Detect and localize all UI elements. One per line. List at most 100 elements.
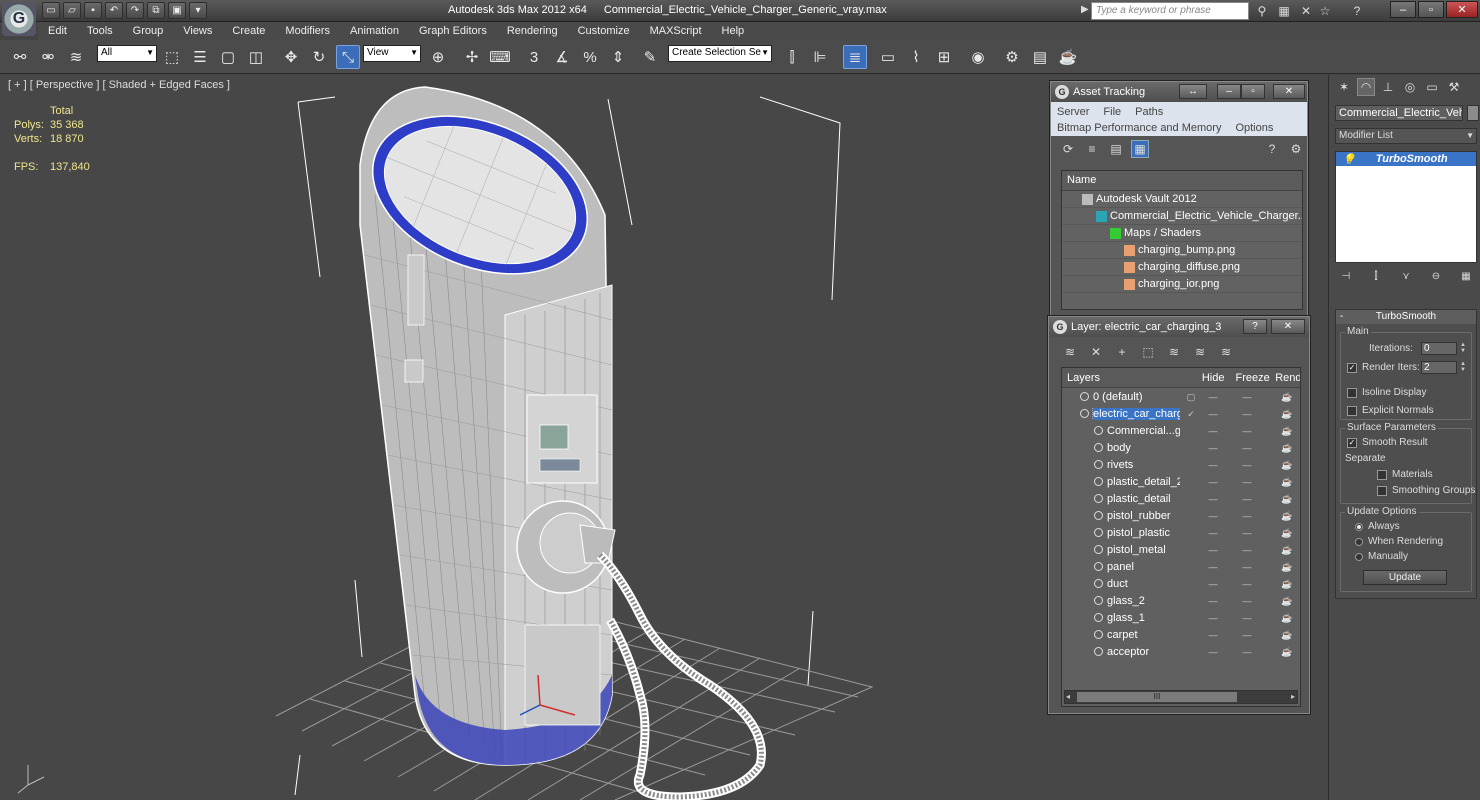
asset-menu-options[interactable]: Options: [1235, 122, 1273, 134]
asset-minimize-button[interactable]: –: [1217, 84, 1241, 99]
selection-filter-dropdown[interactable]: All: [97, 45, 157, 62]
asset-menu-server[interactable]: Server: [1057, 106, 1089, 118]
render-iters-row[interactable]: ✓ Render Iters:: [1347, 362, 1420, 373]
hide-toggle-icon[interactable]: —: [1206, 562, 1220, 572]
layer-object-row[interactable]: carpet — — ☕: [1062, 626, 1300, 643]
qat-dropdown-icon[interactable]: ▾: [189, 2, 207, 19]
menu-modifiers[interactable]: Modifiers: [275, 25, 340, 37]
select-by-name-icon[interactable]: ☰: [188, 45, 212, 69]
freeze-toggle-icon[interactable]: —: [1240, 511, 1254, 521]
hide-all-layers-icon[interactable]: ≋: [1191, 343, 1209, 361]
current-layer-icon[interactable]: [1184, 613, 1198, 623]
layer-horizontal-scrollbar[interactable]: ◂ III ▸: [1064, 690, 1298, 704]
render-toggle-icon[interactable]: ☕: [1280, 579, 1294, 589]
angle-snap-icon[interactable]: ∡: [550, 45, 574, 69]
render-setup-icon[interactable]: ⚙: [1000, 45, 1024, 69]
asset-name-header[interactable]: Name: [1062, 171, 1302, 191]
select-manipulate-icon[interactable]: ✢: [460, 45, 484, 69]
freeze-toggle-icon[interactable]: —: [1240, 443, 1254, 453]
current-layer-icon[interactable]: [1184, 494, 1198, 504]
asset-maximize-button[interactable]: ▫: [1241, 84, 1265, 99]
render-toggle-icon[interactable]: ☕: [1280, 392, 1294, 402]
render-toggle-icon[interactable]: ☕: [1280, 596, 1294, 606]
freeze-toggle-icon[interactable]: —: [1240, 596, 1254, 606]
hierarchy-tab-icon[interactable]: ⊥: [1379, 78, 1397, 96]
manually-radio[interactable]: [1355, 552, 1363, 561]
named-selection-dropdown[interactable]: Create Selection Se: [668, 45, 772, 62]
freeze-toggle-icon[interactable]: —: [1240, 392, 1254, 402]
undo-icon[interactable]: ↶: [105, 2, 123, 19]
hide-toggle-icon[interactable]: —: [1206, 443, 1220, 453]
current-layer-icon[interactable]: [1184, 460, 1198, 470]
hide-toggle-icon[interactable]: —: [1206, 630, 1220, 640]
show-end-result-icon[interactable]: ⫿: [1369, 269, 1383, 283]
menu-customize[interactable]: Customize: [568, 25, 640, 37]
save-icon[interactable]: ▪: [84, 2, 102, 19]
select-link-icon[interactable]: ⚯: [8, 45, 32, 69]
layer-object-row[interactable]: plastic_detail_2 — — ☕: [1062, 473, 1300, 490]
asset-close-button[interactable]: ✕: [1273, 84, 1305, 99]
hide-toggle-icon[interactable]: —: [1206, 511, 1220, 521]
when-rendering-radio[interactable]: [1355, 537, 1363, 546]
minimize-button[interactable]: –: [1390, 1, 1416, 18]
render-iters-spinner-arrows-icon[interactable]: ▲ ▼: [1459, 361, 1467, 374]
rotate-icon[interactable]: ↻: [307, 45, 331, 69]
render-column-header[interactable]: Rende: [1270, 372, 1300, 384]
hide-toggle-icon[interactable]: —: [1206, 477, 1220, 487]
asset-row[interactable]: charging_bump.png: [1062, 242, 1302, 259]
scroll-right-icon[interactable]: ▸: [1291, 692, 1295, 701]
hold-icon[interactable]: ⧉: [147, 2, 165, 19]
freeze-column-header[interactable]: Freeze: [1231, 372, 1271, 384]
reference-coordinate-dropdown[interactable]: View: [363, 45, 421, 62]
dock-arrows-icon[interactable]: ↔: [1179, 84, 1207, 99]
rollout-collapse-icon[interactable]: -: [1340, 310, 1343, 324]
asset-menu-bitmap-performance-and-memory[interactable]: Bitmap Performance and Memory: [1057, 122, 1221, 134]
display-tab-icon[interactable]: ▭: [1423, 78, 1441, 96]
materials-checkbox[interactable]: [1377, 469, 1387, 480]
freeze-toggle-icon[interactable]: —: [1240, 460, 1254, 470]
always-radio[interactable]: [1355, 522, 1363, 531]
smoothing-groups-checkbox[interactable]: [1377, 485, 1387, 496]
current-layer-icon[interactable]: [1184, 545, 1198, 555]
render-toggle-icon[interactable]: ☕: [1280, 409, 1294, 419]
render-toggle-icon[interactable]: ☕: [1280, 545, 1294, 555]
layer-object-row[interactable]: duct — — ☕: [1062, 575, 1300, 592]
render-toggle-icon[interactable]: ☕: [1280, 426, 1294, 436]
current-layer-icon[interactable]: ✓: [1184, 409, 1198, 419]
current-layer-icon[interactable]: [1184, 426, 1198, 436]
asset-tracking-titlebar[interactable]: G Asset Tracking ↔ – ▫ ✕: [1051, 82, 1307, 102]
layer-help-button[interactable]: ?: [1243, 319, 1267, 334]
layer-object-row[interactable]: body — — ☕: [1062, 439, 1300, 456]
when-rendering-row[interactable]: When Rendering: [1355, 536, 1443, 547]
layer-object-row[interactable]: pistol_metal — — ☕: [1062, 541, 1300, 558]
motion-tab-icon[interactable]: ◎: [1401, 78, 1419, 96]
configure-sets-icon[interactable]: ▦: [1459, 269, 1473, 283]
curve-editor-icon[interactable]: ⌇: [904, 45, 928, 69]
select-object-icon[interactable]: ⬚: [160, 45, 184, 69]
create-tab-icon[interactable]: ✶: [1335, 78, 1353, 96]
snaps-toggle-icon[interactable]: 3: [522, 45, 546, 69]
layer-object-row[interactable]: Commercial...ge — — ☕: [1062, 422, 1300, 439]
current-layer-icon[interactable]: [1184, 511, 1198, 521]
object-color-swatch[interactable]: [1467, 105, 1479, 121]
highlight-layer-icon[interactable]: ≋: [1165, 343, 1183, 361]
hide-toggle-icon[interactable]: —: [1206, 596, 1220, 606]
make-unique-icon[interactable]: ⋎: [1399, 269, 1413, 283]
render-toggle-icon[interactable]: ☕: [1280, 443, 1294, 453]
scroll-thumb[interactable]: III: [1077, 692, 1237, 702]
layer-object-row[interactable]: panel — — ☕: [1062, 558, 1300, 575]
freeze-toggle-icon[interactable]: —: [1240, 562, 1254, 572]
viewport-label[interactable]: [ + ] [ Perspective ] [ Shaded + Edged F…: [8, 79, 230, 91]
keyboard-shortcut-icon[interactable]: ⌨: [488, 45, 512, 69]
render-toggle-icon[interactable]: ☕: [1280, 613, 1294, 623]
always-row[interactable]: Always: [1355, 521, 1400, 532]
menu-graph-editors[interactable]: Graph Editors: [409, 25, 497, 37]
hide-column-header[interactable]: Hide: [1197, 372, 1231, 384]
remove-modifier-icon[interactable]: ⊖: [1429, 269, 1443, 283]
modify-tab-icon[interactable]: ◠: [1357, 78, 1375, 96]
open-file-icon[interactable]: ▱: [63, 2, 81, 19]
window-crossing-icon[interactable]: ◫: [244, 45, 268, 69]
asset-row[interactable]: charging_ior.png: [1062, 276, 1302, 293]
rendered-frame-icon[interactable]: ▤: [1028, 45, 1052, 69]
graphite-ribbon-icon[interactable]: ▭: [876, 45, 900, 69]
